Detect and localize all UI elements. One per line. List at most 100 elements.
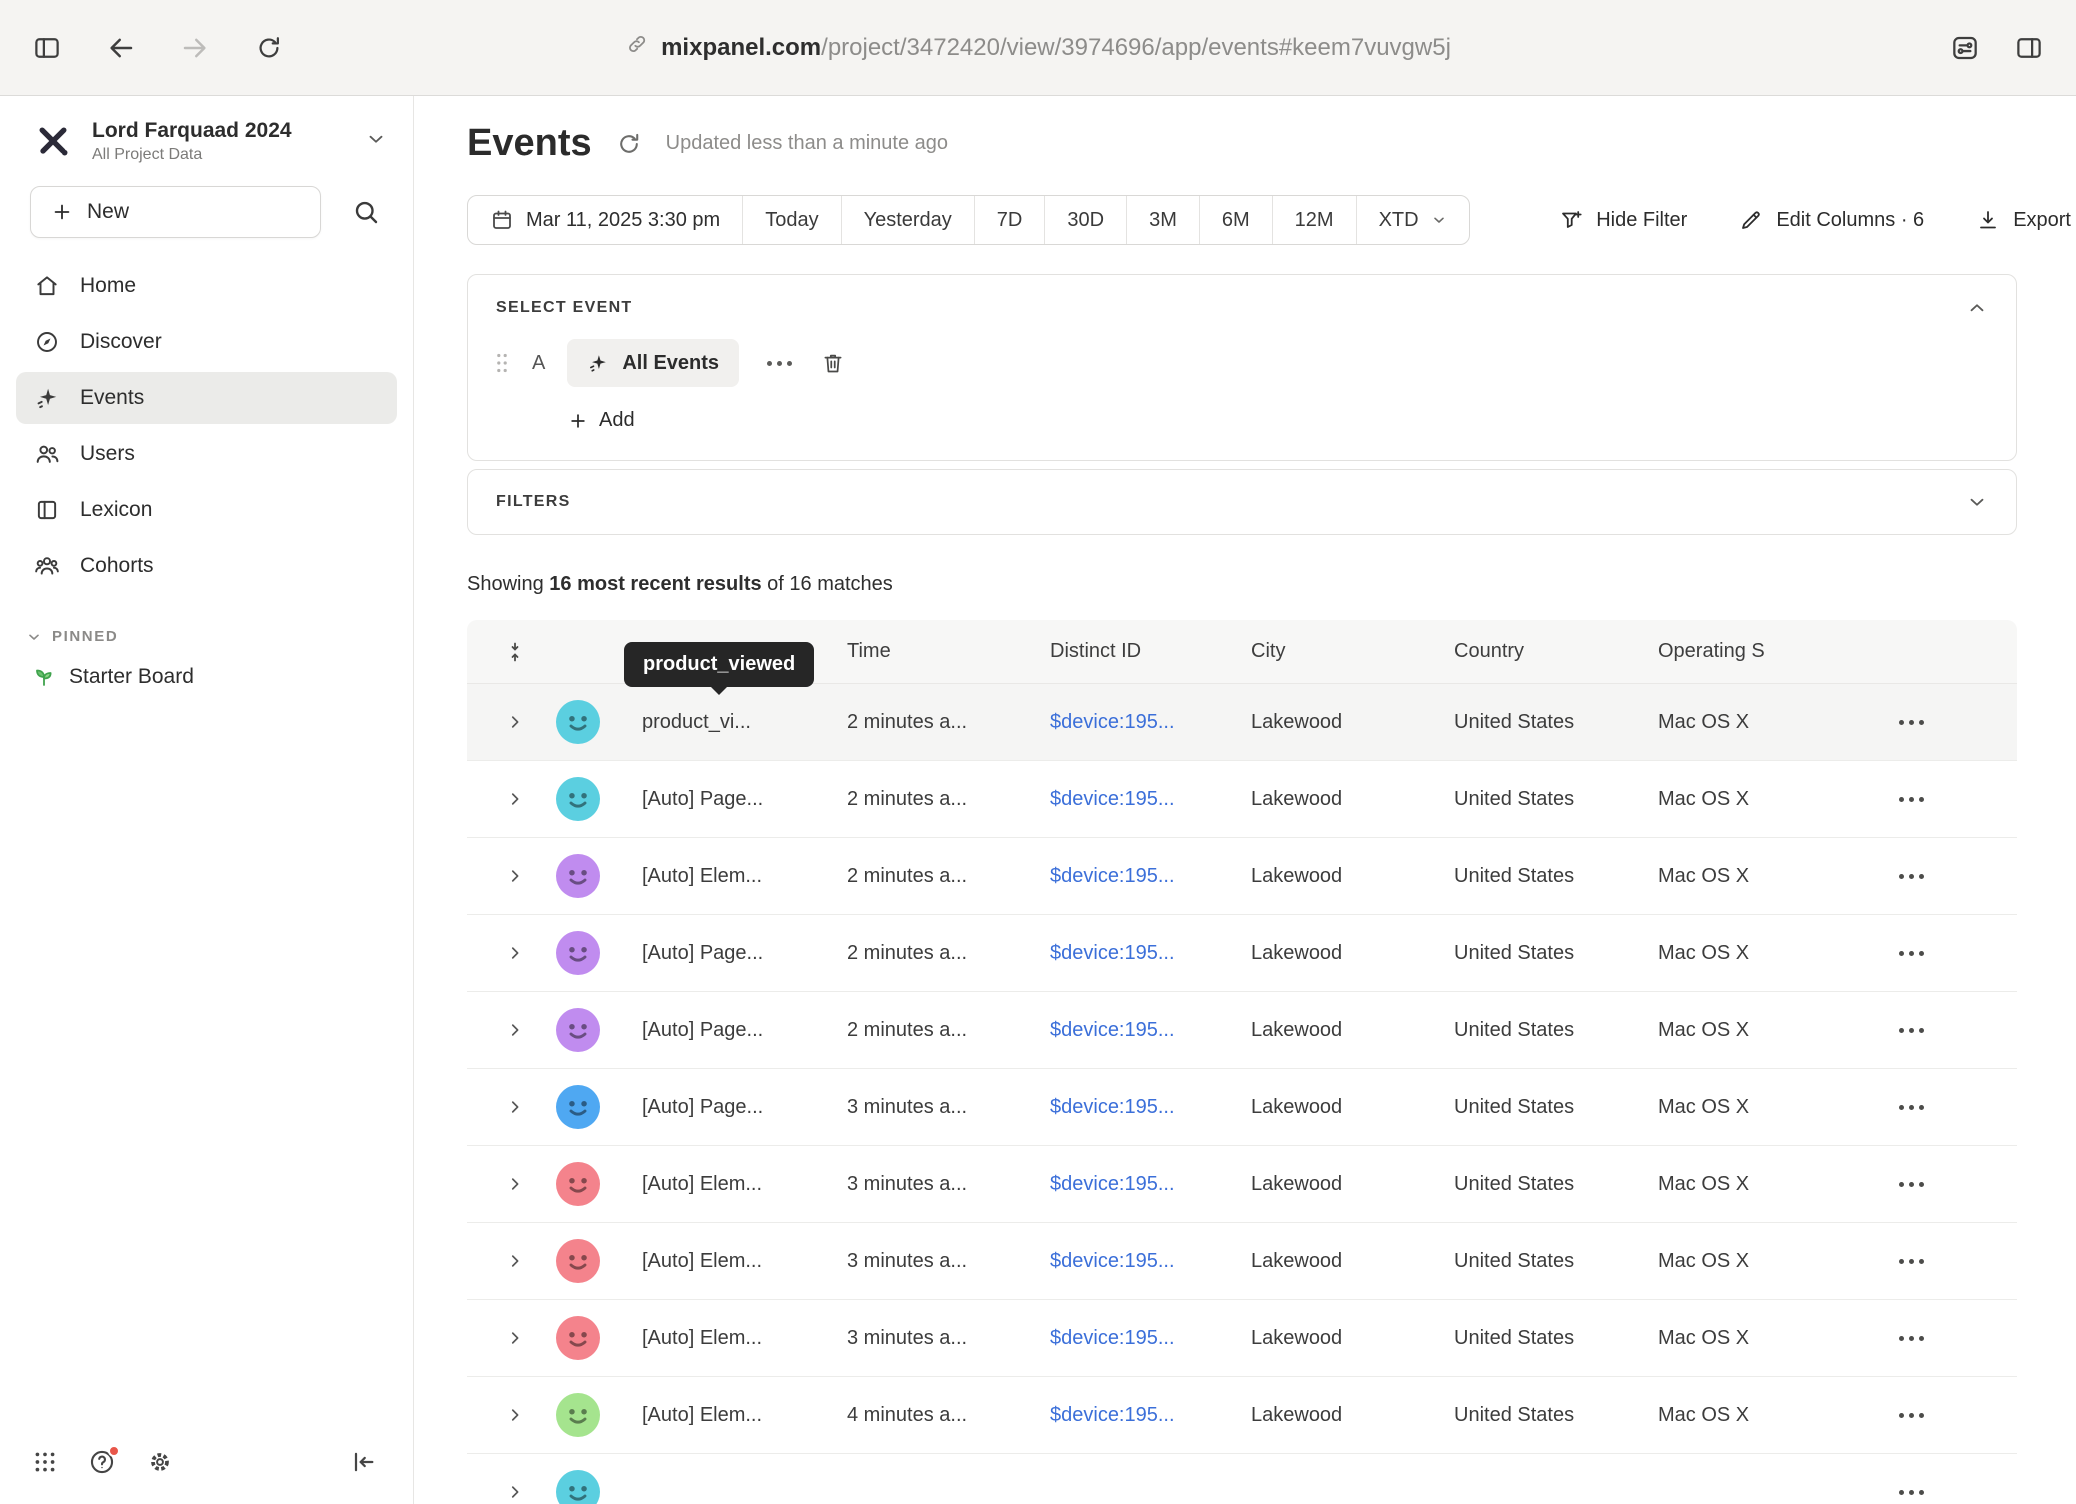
table-row[interactable]: [Auto] Page... 3 minutes a... $device:19… bbox=[467, 1069, 2017, 1146]
edit-columns-button[interactable]: Edit Columns · 6 bbox=[1739, 208, 1924, 232]
table-row[interactable]: [Auto] Elem... 3 minutes a... $device:19… bbox=[467, 1223, 2017, 1300]
preset-today[interactable]: Today bbox=[743, 196, 841, 244]
new-button[interactable]: New bbox=[30, 186, 321, 238]
preset-7d[interactable]: 7D bbox=[975, 196, 1046, 244]
table-row[interactable]: [Auto] Elem... 4 minutes a... $device:19… bbox=[467, 1377, 2017, 1454]
event-name[interactable]: [Auto] Elem... bbox=[609, 865, 814, 888]
expand-row-icon[interactable] bbox=[506, 790, 524, 808]
row-menu-button[interactable] bbox=[1821, 1182, 2001, 1187]
preset-xtd-dropdown[interactable]: XTD bbox=[1357, 196, 1469, 244]
distinct-id-link[interactable]: $device:195... bbox=[1017, 1327, 1218, 1350]
event-name[interactable]: [Auto] Elem... bbox=[609, 1173, 814, 1196]
event-name[interactable]: [Auto] Page... bbox=[609, 942, 814, 965]
column-header-city[interactable]: City bbox=[1218, 640, 1421, 663]
sidebar-item-starter-board[interactable]: Starter Board bbox=[0, 645, 413, 689]
back-icon[interactable] bbox=[104, 31, 138, 65]
preset-30d[interactable]: 30D bbox=[1045, 196, 1127, 244]
table-row[interactable]: [Auto] Elem... 3 minutes a... $device:19… bbox=[467, 1146, 2017, 1223]
collapse-sidebar-icon[interactable] bbox=[349, 1448, 377, 1476]
preset-3m[interactable]: 3M bbox=[1127, 196, 1200, 244]
preset-6m[interactable]: 6M bbox=[1200, 196, 1273, 244]
split-view-icon[interactable] bbox=[2012, 31, 2046, 65]
add-event-button[interactable]: Add bbox=[568, 409, 635, 432]
expand-row-icon[interactable] bbox=[506, 944, 524, 962]
distinct-id-link[interactable]: $device:195... bbox=[1017, 1250, 1218, 1273]
drag-handle-icon[interactable] bbox=[494, 351, 510, 375]
sidebar-item-discover[interactable]: Discover bbox=[16, 316, 397, 368]
event-name[interactable]: [Auto] Elem... bbox=[609, 1404, 814, 1427]
row-menu-button[interactable] bbox=[1821, 874, 2001, 879]
table-row[interactable]: [Auto] Page... 2 minutes a... $device:19… bbox=[467, 992, 2017, 1069]
refresh-icon[interactable] bbox=[616, 131, 642, 157]
row-menu-button[interactable] bbox=[1821, 720, 2001, 725]
help-button[interactable] bbox=[88, 1448, 116, 1476]
collapse-all-icon[interactable] bbox=[483, 640, 547, 664]
column-header-distinct-id[interactable]: Distinct ID bbox=[1017, 640, 1218, 663]
reload-icon[interactable] bbox=[252, 31, 286, 65]
hide-filter-button[interactable]: Hide Filter bbox=[1559, 208, 1687, 232]
sidebar-item-events[interactable]: Events bbox=[16, 372, 397, 424]
address-bar[interactable]: mixpanel.com/project/3472420/view/397469… bbox=[625, 32, 1451, 63]
chevron-up-icon[interactable] bbox=[1966, 297, 1988, 319]
sidebar-item-cohorts[interactable]: Cohorts bbox=[16, 540, 397, 592]
distinct-id-link[interactable]: $device:195... bbox=[1017, 1404, 1218, 1427]
column-header-os[interactable]: Operating S bbox=[1625, 640, 1821, 663]
sidebar-item-home[interactable]: Home bbox=[16, 260, 397, 312]
row-menu-button[interactable] bbox=[1821, 1028, 2001, 1033]
filters-card[interactable]: FILTERS bbox=[467, 469, 2017, 535]
distinct-id-link[interactable]: $device:195... bbox=[1017, 711, 1218, 734]
table-row[interactable]: [Auto] Page... 2 minutes a... $device:19… bbox=[467, 915, 2017, 992]
row-menu-button[interactable] bbox=[1821, 1413, 2001, 1418]
expand-row-icon[interactable] bbox=[506, 1021, 524, 1039]
table-row[interactable]: [Auto] Page... 2 minutes a... $device:19… bbox=[467, 761, 2017, 838]
expand-row-icon[interactable] bbox=[506, 1483, 524, 1501]
event-options-button[interactable] bbox=[761, 361, 798, 366]
row-menu-button[interactable] bbox=[1821, 1490, 2001, 1495]
export-button[interactable]: Export bbox=[1976, 208, 2071, 232]
expand-row-icon[interactable] bbox=[506, 1252, 524, 1270]
apps-grid-icon[interactable] bbox=[32, 1449, 58, 1475]
sidebar-item-users[interactable]: Users bbox=[16, 428, 397, 480]
row-menu-button[interactable] bbox=[1821, 951, 2001, 956]
distinct-id-link[interactable]: $device:195... bbox=[1017, 788, 1218, 811]
distinct-id-link[interactable]: $device:195... bbox=[1017, 942, 1218, 965]
row-menu-button[interactable] bbox=[1821, 1105, 2001, 1110]
preset-yesterday[interactable]: Yesterday bbox=[842, 196, 975, 244]
trash-icon[interactable] bbox=[820, 350, 846, 376]
event-name[interactable]: [Auto] Page... bbox=[609, 1019, 814, 1042]
expand-row-icon[interactable] bbox=[506, 1406, 524, 1424]
search-button[interactable] bbox=[345, 190, 387, 234]
event-name[interactable]: [Auto] Page... bbox=[609, 1096, 814, 1119]
table-row[interactable]: product_vi... 2 minutes a... $device:195… bbox=[467, 684, 2017, 761]
browser-sidebar-toggle-icon[interactable] bbox=[30, 31, 64, 65]
expand-row-icon[interactable] bbox=[506, 1329, 524, 1347]
row-menu-button[interactable] bbox=[1821, 797, 2001, 802]
distinct-id-link[interactable]: $device:195... bbox=[1017, 1096, 1218, 1119]
page-settings-icon[interactable] bbox=[1948, 31, 1982, 65]
column-header-time[interactable]: Time bbox=[814, 640, 1017, 663]
distinct-id-link[interactable]: $device:195... bbox=[1017, 1019, 1218, 1042]
distinct-id-link[interactable]: $device:195... bbox=[1017, 1173, 1218, 1196]
gear-icon[interactable] bbox=[146, 1448, 174, 1476]
forward-icon[interactable] bbox=[178, 31, 212, 65]
table-row[interactable]: [Auto] Elem... 3 minutes a... $device:19… bbox=[467, 1300, 2017, 1377]
table-row[interactable] bbox=[467, 1454, 2017, 1504]
row-menu-button[interactable] bbox=[1821, 1336, 2001, 1341]
date-picker-button[interactable]: Mar 11, 2025 3:30 pm bbox=[468, 196, 743, 244]
expand-row-icon[interactable] bbox=[506, 1175, 524, 1193]
event-name[interactable]: [Auto] Elem... bbox=[609, 1250, 814, 1273]
expand-row-icon[interactable] bbox=[506, 713, 524, 731]
preset-12m[interactable]: 12M bbox=[1273, 196, 1357, 244]
row-menu-button[interactable] bbox=[1821, 1259, 2001, 1264]
pinned-section-toggle[interactable]: PINNED bbox=[0, 628, 413, 645]
event-selector-chip[interactable]: All Events bbox=[567, 339, 739, 387]
table-row[interactable]: [Auto] Elem... 2 minutes a... $device:19… bbox=[467, 838, 2017, 915]
expand-row-icon[interactable] bbox=[506, 867, 524, 885]
expand-row-icon[interactable] bbox=[506, 1098, 524, 1116]
distinct-id-link[interactable]: $device:195... bbox=[1017, 865, 1218, 888]
project-switcher[interactable]: Lord Farquaad 2024 All Project Data bbox=[0, 96, 413, 164]
event-name[interactable]: product_vi... bbox=[609, 711, 814, 734]
sidebar-item-lexicon[interactable]: Lexicon bbox=[16, 484, 397, 536]
chevron-down-icon[interactable] bbox=[1966, 491, 1988, 513]
event-name[interactable]: [Auto] Elem... bbox=[609, 1327, 814, 1350]
